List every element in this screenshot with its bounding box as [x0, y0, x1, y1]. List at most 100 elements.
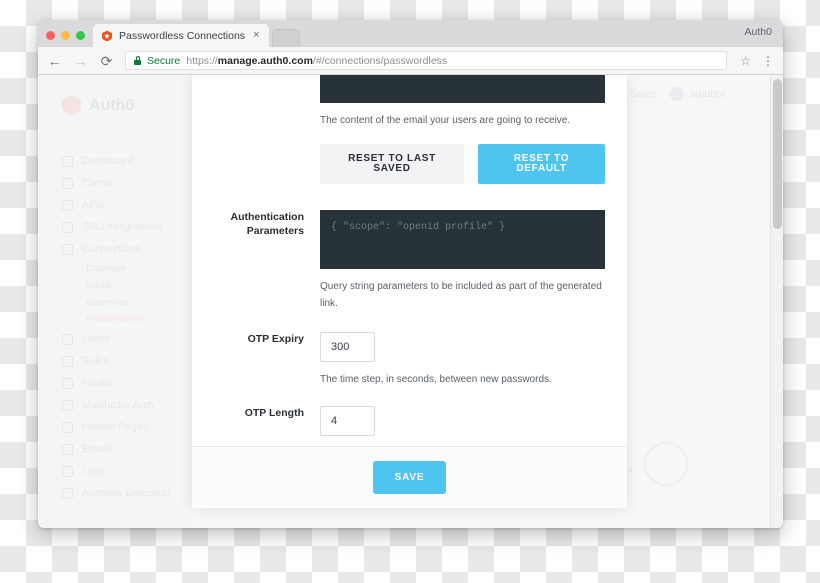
rules-icon: [62, 355, 73, 367]
users-icon: [62, 333, 73, 345]
sidebar-item-sso-integrations[interactable]: SSO Integrations: [38, 216, 189, 238]
page-scrollbar-thumb[interactable]: [773, 79, 782, 229]
otp-length-field: The length of the resulting one-time pas…: [320, 406, 605, 446]
sidebar-item-label: Anomaly Detection: [82, 487, 171, 499]
sidebar-subitem-passwordless[interactable]: Passwordless: [38, 311, 189, 328]
forward-icon[interactable]: →: [73, 53, 88, 68]
decorative-circle-icon: [644, 442, 688, 486]
sidebar-item-emails[interactable]: Emails: [38, 438, 189, 460]
modal-footer: SAVE: [192, 446, 627, 508]
user-menu[interactable]: adatbot: [669, 87, 725, 101]
authentication-parameters-row: Authentication Parameters { "scope": "op…: [192, 210, 605, 312]
connections-icon: [62, 243, 73, 255]
save-button[interactable]: SAVE: [372, 461, 447, 494]
auth0-logo-icon: [62, 95, 81, 116]
sidebar-item-label: Emails: [82, 443, 114, 455]
maximize-window-button[interactable]: [76, 31, 85, 40]
page-viewport: Auth0 Dashboard Clients APIs SSO Integra…: [38, 75, 783, 528]
back-icon[interactable]: ←: [47, 53, 62, 68]
otp-expiry-row: OTP Expiry The time step, in seconds, be…: [192, 332, 605, 388]
new-tab-button[interactable]: [271, 29, 300, 47]
sidebar-subitem-social[interactable]: Social: [38, 277, 189, 294]
tab-close-icon[interactable]: ×: [251, 30, 261, 41]
email-template-editor[interactable]: [320, 75, 605, 103]
url-domain: manage.auth0.com: [217, 54, 313, 67]
sidebar-item-label: APIs: [82, 199, 105, 211]
sidebar-item-connections[interactable]: Connections: [38, 238, 189, 260]
modal-body: The content of the email your users are …: [192, 75, 627, 446]
sidebar-item-label: Dashboard: [82, 155, 134, 167]
auth0-sidebar-logo: Auth0: [38, 89, 189, 116]
url-path: /#/connections/passwordless: [312, 54, 448, 67]
sidebar-item-logs[interactable]: Logs: [38, 460, 189, 482]
otp-length-helper: The length of the resulting one-time pas…: [320, 445, 605, 446]
dashboard-icon: [62, 155, 73, 167]
sidebar-item-label: SSO Integrations: [82, 221, 162, 233]
browser-toolbar: ← → ⟳ Secure https://manage.auth0.com/#/…: [38, 47, 783, 75]
sidebar-item-hosted-pages[interactable]: Hosted Pages: [38, 416, 189, 438]
bookmark-star-icon[interactable]: ☆: [740, 54, 751, 68]
authentication-parameters-label: Authentication Parameters: [230, 211, 305, 237]
sidebar-subitem-database[interactable]: Database: [38, 260, 189, 277]
otp-length-label: OTP Length: [244, 407, 304, 419]
browser-profile-name[interactable]: Auth0: [745, 26, 772, 38]
browser-window: Passwordless Connections × Auth0 ← → ⟳ S…: [38, 20, 783, 528]
auth0-logo-icon: [102, 30, 112, 41]
hooks-icon: [62, 377, 73, 389]
otp-expiry-label: OTP Expiry: [247, 333, 304, 345]
anomaly-icon: [62, 487, 73, 499]
authentication-parameters-field: { "scope": "openid profile" } Query stri…: [320, 210, 605, 312]
url-prefix: https://: [186, 54, 218, 67]
sidebar-item-hooks[interactable]: Hooks: [38, 372, 189, 394]
sidebar-item-label: Multifactor Auth: [82, 399, 155, 411]
close-window-button[interactable]: [46, 31, 55, 40]
secure-label: Secure: [147, 54, 181, 67]
sidebar-item-label: Clients: [82, 177, 115, 189]
otp-length-input[interactable]: [320, 406, 375, 436]
sso-icon: [62, 221, 73, 233]
reset-to-default-button[interactable]: RESET TO DEFAULT: [478, 144, 605, 184]
window-controls[interactable]: [44, 31, 93, 47]
sidebar-nav: Dashboard Clients APIs SSO Integrations …: [38, 150, 189, 504]
sidebar-item-anomaly-detection[interactable]: Anomaly Detection: [38, 482, 189, 504]
sidebar-item-label: Logs: [82, 465, 105, 477]
address-bar[interactable]: Secure https://manage.auth0.com/#/connec…: [125, 51, 728, 70]
avatar: [669, 87, 684, 101]
sidebar-item-dashboard[interactable]: Dashboard: [38, 150, 189, 172]
lock-icon: [134, 56, 141, 65]
emails-icon: [62, 443, 73, 455]
otp-length-row: OTP Length The length of the resulting o…: [192, 406, 605, 446]
sidebar-item-multifactor-auth[interactable]: Multifactor Auth: [38, 394, 189, 416]
minimize-window-button[interactable]: [61, 31, 70, 40]
page-scrollbar[interactable]: [770, 75, 783, 528]
otp-expiry-helper: The time step, in seconds, between new p…: [320, 374, 552, 385]
sidebar-item-rules[interactable]: Rules: [38, 350, 189, 372]
user-name-label: adatbot: [689, 88, 725, 100]
connection-settings-modal: The content of the email your users are …: [192, 75, 627, 508]
sidebar-item-clients[interactable]: Clients: [38, 172, 189, 194]
sidebar-item-label: Rules: [82, 355, 109, 367]
address-bar-url: https://manage.auth0.com/#/connections/p…: [186, 55, 447, 67]
email-template-row: The content of the email your users are …: [192, 75, 605, 184]
otp-expiry-input[interactable]: [320, 332, 375, 362]
reload-icon[interactable]: ⟳: [99, 53, 114, 68]
browser-tab-passwordless-connections[interactable]: Passwordless Connections ×: [93, 24, 269, 47]
authentication-parameters-editor[interactable]: { "scope": "openid profile" }: [320, 210, 605, 269]
reset-to-last-saved-button[interactable]: RESET TO LAST SAVED: [320, 144, 465, 184]
browser-tabstrip: Passwordless Connections × Auth0: [38, 20, 783, 47]
hosted-pages-icon: [62, 421, 73, 433]
sidebar-item-label: Hosted Pages: [82, 421, 148, 433]
sidebar-item-users[interactable]: Users: [38, 328, 189, 350]
sidebar-item-label: Connections: [82, 243, 141, 255]
apis-icon: [62, 199, 73, 211]
sidebar-subitem-enterprise[interactable]: Enterprise: [38, 294, 189, 311]
sidebar-item-label: Hooks: [82, 377, 112, 389]
clients-icon: [62, 177, 73, 189]
email-template-field: The content of the email your users are …: [320, 75, 605, 184]
logs-icon: [62, 465, 73, 477]
browser-menu-icon[interactable]: ⋮: [762, 55, 774, 67]
dashboard-sidebar: Auth0 Dashboard Clients APIs SSO Integra…: [38, 75, 190, 528]
sidebar-item-apis[interactable]: APIs: [38, 194, 189, 216]
email-template-buttons: RESET TO LAST SAVED RESET TO DEFAULT: [320, 144, 605, 184]
tab-title: Passwordless Connections: [119, 29, 246, 42]
